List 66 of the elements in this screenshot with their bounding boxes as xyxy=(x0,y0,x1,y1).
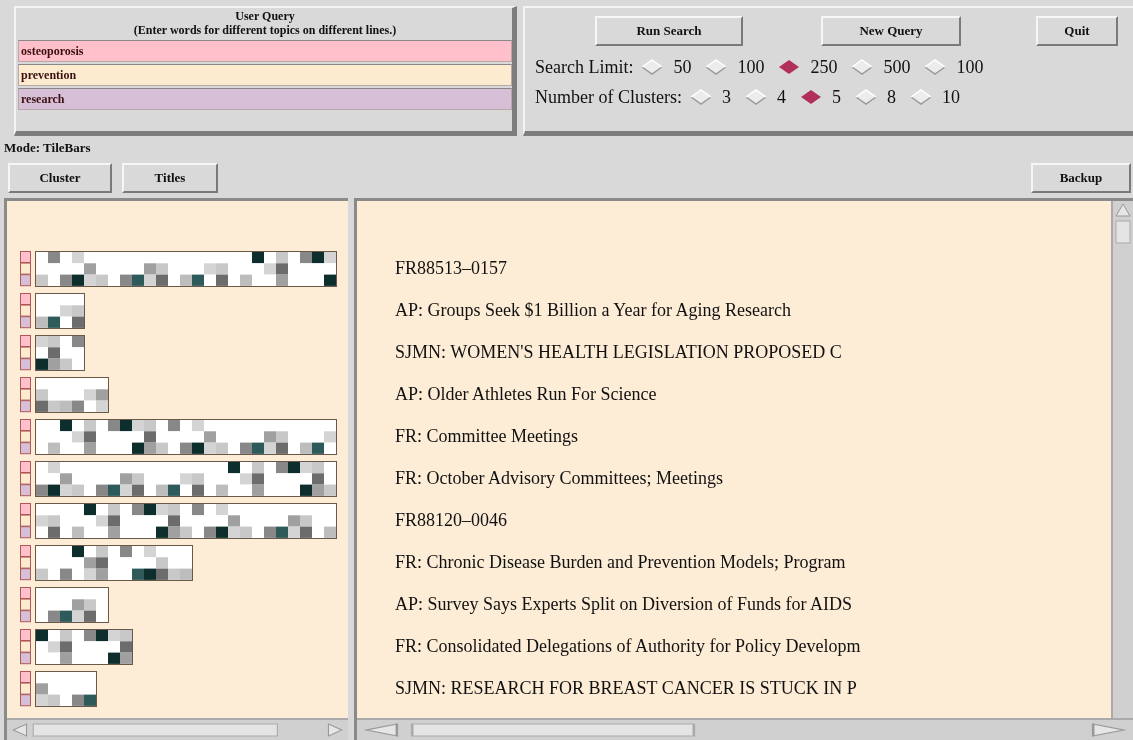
radio-option-label[interactable]: 50 xyxy=(673,56,692,78)
term-legend-icon xyxy=(20,293,31,329)
term-legend-icon xyxy=(20,251,31,287)
term-legend-icon xyxy=(20,587,31,623)
document-title[interactable]: FR: Consolidated Delegations of Authority for Policy Developm xyxy=(395,625,1111,667)
radio-icon[interactable] xyxy=(924,59,947,75)
radio-icon[interactable] xyxy=(910,89,932,105)
toolbar-button[interactable]: New Query xyxy=(821,16,961,46)
tilebar-drawing[interactable] xyxy=(35,461,337,497)
query-term-field[interactable]: research xyxy=(18,88,512,110)
radio-icon[interactable] xyxy=(855,89,877,105)
radio-icon[interactable] xyxy=(851,59,874,75)
backup-button[interactable]: Backup xyxy=(1031,163,1131,193)
document-title[interactable]: FR88120–0046 xyxy=(395,499,1111,541)
view-button[interactable]: Cluster xyxy=(8,163,112,193)
radio-option-label[interactable]: 100 xyxy=(956,56,984,78)
document-title[interactable]: FR: Committee Meetings xyxy=(395,415,1111,457)
document-title[interactable]: FR88513–0157 xyxy=(395,247,1111,289)
radio-icon[interactable] xyxy=(641,59,664,75)
tilebar-drawing[interactable] xyxy=(35,629,133,665)
scroll-thumb[interactable] xyxy=(1115,220,1131,244)
toolbar-button[interactable]: Quit xyxy=(1036,16,1118,46)
term-legend-icon xyxy=(20,503,31,539)
radio-option-label[interactable]: 10 xyxy=(942,86,960,108)
radio-option-label[interactable]: 4 xyxy=(777,86,786,108)
radio-icon[interactable] xyxy=(690,89,712,105)
radio-group-label: Number of Clusters: xyxy=(535,86,682,108)
radio-option-label[interactable]: 500 xyxy=(883,56,911,78)
panel-title: User Query xyxy=(234,10,296,23)
term-legend-icon xyxy=(20,335,31,371)
radio-option-label[interactable]: 100 xyxy=(737,56,765,78)
term-legend-icon xyxy=(20,671,31,707)
query-term-field[interactable]: osteoporosis xyxy=(18,40,512,62)
radio-option-label[interactable]: 250 xyxy=(810,56,838,78)
tilebar-drawing[interactable] xyxy=(35,503,337,539)
radio-option-label[interactable]: 5 xyxy=(832,86,841,108)
view-button[interactable]: Titles xyxy=(122,163,218,193)
term-legend-icon xyxy=(20,419,31,455)
document-title[interactable]: FR: Chronic Disease Burden and Prevention Models; Program xyxy=(395,541,1111,583)
horizontal-scrollbar[interactable] xyxy=(357,718,1133,740)
term-legend-icon xyxy=(20,377,31,413)
term-legend-icon xyxy=(20,461,31,497)
radio-option-label[interactable]: 8 xyxy=(887,86,896,108)
radio-icon[interactable] xyxy=(745,89,767,105)
term-legend-icon xyxy=(20,629,31,665)
query-term-field[interactable]: prevention xyxy=(18,64,512,86)
vertical-scrollbar[interactable] xyxy=(1111,201,1133,718)
tilebar-drawing[interactable] xyxy=(35,545,193,581)
radio-selected-icon[interactable] xyxy=(800,89,822,105)
horizontal-scrollbar[interactable] xyxy=(7,718,348,740)
tilebar-drawing[interactable] xyxy=(35,335,85,371)
toolbar-button[interactable]: Run Search xyxy=(595,16,743,46)
document-title[interactable]: AP: Older Athletes Run For Science xyxy=(395,373,1111,415)
term-legend-icon xyxy=(20,545,31,581)
document-title[interactable]: AP: Survey Says Experts Split on Diversion of Funds for AIDS xyxy=(395,583,1111,625)
radio-option-label[interactable]: 3 xyxy=(722,86,731,108)
document-title[interactable]: AP: Groups Seek $1 Billion a Year for Aging Research xyxy=(395,289,1111,331)
radio-group-label: Search Limit: xyxy=(535,56,634,78)
document-title[interactable]: FR: October Advisory Committees; Meetings xyxy=(395,457,1111,499)
radio-selected-icon[interactable] xyxy=(778,59,801,75)
document-title[interactable]: SJMN: WOMEN'S HEALTH LEGISLATION PROPOSED C xyxy=(395,331,1111,373)
tilebar-drawing[interactable] xyxy=(35,251,337,287)
panel-hint: (Enter words for different topics on different lines.) xyxy=(132,23,398,37)
radio-icon[interactable] xyxy=(705,59,728,75)
document-title[interactable]: SJMN: RESEARCH FOR BREAST CANCER IS STUCK IN P xyxy=(395,667,1111,709)
mode-label: Mode: TileBars xyxy=(3,139,92,157)
